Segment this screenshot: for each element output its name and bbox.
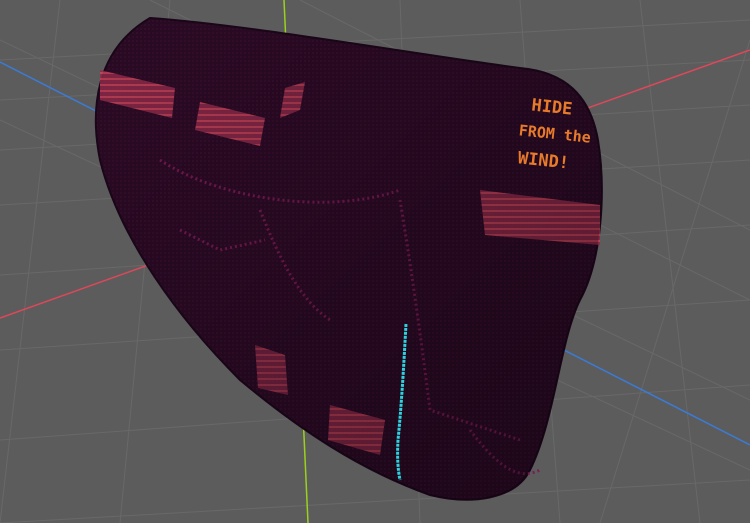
3d-viewport[interactable]: HIDE FROM the WIND!: [0, 0, 750, 523]
mesh-label-line-1: HIDE: [530, 95, 573, 119]
scene-canvas[interactable]: HIDE FROM the WIND!: [0, 0, 750, 523]
